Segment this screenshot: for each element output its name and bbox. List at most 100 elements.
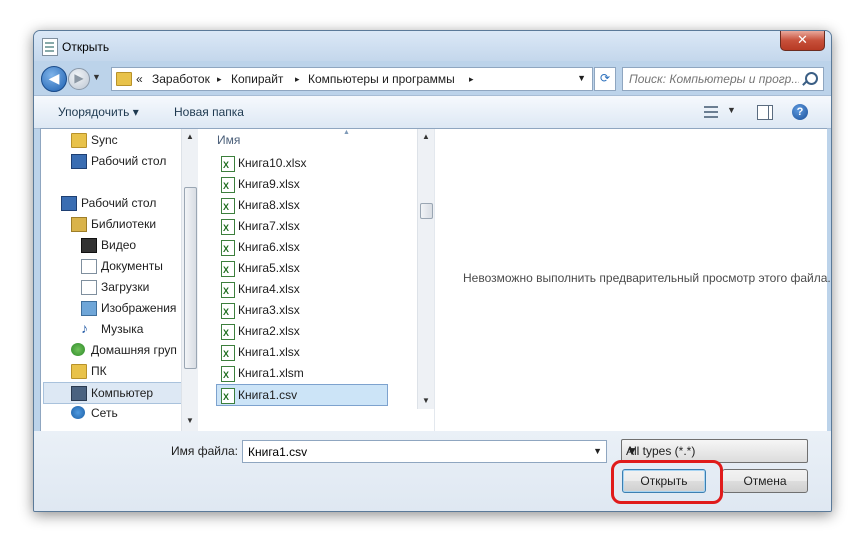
file-name: Книга4.xlsx — [238, 282, 300, 296]
nav-item-label: Библиотеки — [91, 217, 157, 231]
breadcrumb-separator-icon[interactable]: ▸ — [295, 74, 300, 85]
pc-icon — [71, 364, 87, 379]
filename-field[interactable]: ▼ — [242, 440, 607, 463]
back-button[interactable]: ◀ — [41, 66, 67, 92]
filename-input[interactable] — [246, 443, 580, 461]
excel-file-icon — [221, 281, 235, 301]
file-name: Книга9.xlsx — [238, 177, 300, 191]
file-item[interactable]: Книга2.xlsx — [217, 321, 387, 343]
excel-file-icon — [221, 302, 235, 322]
help-icon[interactable]: ? — [792, 104, 808, 120]
notepad-icon — [42, 38, 58, 56]
file-item[interactable]: Книга7.xlsx — [217, 216, 387, 238]
new-folder-button[interactable]: Новая папка — [174, 105, 244, 119]
file-item[interactable]: Книга10.xlsx — [217, 153, 387, 175]
excel-file-icon — [221, 197, 235, 217]
nav-item-label: Видео — [101, 238, 137, 252]
view-dropdown-icon[interactable]: ▼ — [727, 105, 736, 115]
music-icon: ♪ — [81, 320, 88, 336]
file-item[interactable]: Книга1.xlsx — [217, 342, 387, 364]
scroll-up-icon[interactable]: ▲ — [418, 129, 434, 145]
scroll-thumb[interactable] — [420, 203, 433, 219]
breadcrumb-item[interactable]: Копирайт — [231, 72, 283, 86]
name-column-header[interactable]: Имя — [217, 133, 240, 147]
file-item[interactable]: Книга5.xlsx — [217, 258, 387, 280]
file-item[interactable]: Книга1.xlsm — [217, 363, 387, 385]
address-bar[interactable]: « Заработок ▸ Копирайт ▸ Компьютеры и пр… — [111, 67, 593, 91]
address-row: ◀ ▶ ▼ « Заработок ▸ Копирайт ▸ Компьютер… — [34, 63, 831, 93]
file-name: Книга1.xlsm — [238, 366, 304, 380]
refresh-button[interactable]: ⟳ — [594, 67, 616, 91]
file-name: Книга3.xlsx — [238, 303, 300, 317]
preview-pane: Невозможно выполнить предварительный про… — [434, 129, 831, 431]
search-box[interactable] — [622, 67, 824, 91]
file-item[interactable]: Книга6.xlsx — [217, 237, 387, 259]
file-name: Книга10.xlsx — [238, 156, 307, 170]
file-name: Книга2.xlsx — [238, 324, 300, 338]
excel-file-icon — [221, 155, 235, 175]
scroll-thumb[interactable] — [184, 187, 197, 369]
close-button[interactable]: ✕ — [780, 31, 825, 51]
file-item[interactable]: Книга9.xlsx — [217, 174, 387, 196]
recent-pages-dropdown-icon[interactable]: ▼ — [92, 72, 101, 82]
nav-item-label: Сеть — [91, 406, 118, 420]
open-file-dialog: Открыть ✕ ◀ ▶ ▼ « Заработок ▸ Копирайт ▸… — [33, 30, 832, 512]
nav-scrollbar[interactable]: ▲ ▼ — [181, 129, 198, 431]
chevron-down-icon: ▼ — [626, 444, 638, 458]
search-icon[interactable] — [805, 72, 818, 85]
window-title: Открыть — [62, 40, 110, 54]
document-icon — [81, 259, 97, 274]
file-item-selected[interactable]: Книга1.csv — [216, 384, 388, 407]
file-item[interactable]: Книга8.xlsx — [217, 195, 387, 217]
view-options-icon[interactable] — [704, 106, 718, 118]
breadcrumb-prefix[interactable]: « — [136, 72, 143, 86]
file-list-pane: Имя ▲ Книга10.xlsx Книга9.xlsx Книга8.xl… — [207, 129, 407, 431]
navigation-pane: Sync Рабочий стол Рабочий стол Библиотек… — [41, 129, 190, 431]
preview-pane-icon[interactable] — [757, 105, 773, 120]
title-bar: Открыть ✕ — [34, 31, 831, 61]
nav-item-label: Рабочий стол — [81, 196, 157, 210]
scroll-down-icon[interactable]: ▼ — [182, 413, 198, 429]
dialog-body: Sync Рабочий стол Рабочий стол Библиотек… — [40, 128, 831, 432]
command-bar: Упорядочить ▾ Новая папка ▼ ? — [34, 95, 831, 129]
folder-icon — [71, 133, 87, 148]
scroll-up-icon[interactable]: ▲ — [182, 129, 198, 145]
search-input[interactable] — [627, 70, 801, 88]
library-icon — [71, 217, 87, 232]
nav-item-computer[interactable]: Компьютер — [43, 382, 183, 404]
file-name: Книга1.csv — [238, 388, 298, 402]
file-item[interactable]: Книга3.xlsx — [217, 300, 387, 322]
file-item[interactable]: Книга4.xlsx — [217, 279, 387, 301]
preview-message: Невозможно выполнить предварительный про… — [463, 271, 831, 285]
breadcrumb-item[interactable]: Компьютеры и программы — [308, 72, 455, 86]
address-dropdown-icon[interactable]: ▼ — [577, 73, 586, 83]
network-icon — [71, 406, 85, 419]
nav-item-label: Sync — [91, 133, 118, 147]
cancel-button[interactable]: Отмена — [722, 469, 808, 493]
excel-file-icon — [221, 218, 235, 238]
homegroup-icon — [71, 343, 85, 356]
sort-arrow-icon: ▲ — [343, 129, 350, 136]
breadcrumb-separator-icon[interactable]: ▸ — [217, 74, 222, 85]
breadcrumb-item[interactable]: Заработок — [152, 72, 210, 86]
nav-item-label: Изображения — [101, 301, 177, 315]
scroll-down-icon[interactable]: ▼ — [418, 393, 434, 409]
excel-file-icon — [221, 176, 235, 196]
monitor-icon — [61, 196, 77, 211]
forward-button[interactable]: ▶ — [68, 68, 90, 90]
nav-item-label: Рабочий стол — [91, 154, 167, 168]
nav-item-label: Домашняя груп — [91, 343, 177, 357]
nav-item-label: ПК — [91, 364, 107, 378]
nav-item-label: Документы — [101, 259, 163, 273]
breadcrumb-separator-icon[interactable]: ▸ — [469, 74, 474, 85]
filename-label: Имя файла: — [171, 444, 238, 458]
nav-item-label: Музыка — [101, 322, 144, 336]
excel-file-icon — [221, 239, 235, 259]
excel-file-icon — [221, 344, 235, 364]
file-name: Книга6.xlsx — [238, 240, 300, 254]
organize-button[interactable]: Упорядочить ▾ — [58, 105, 139, 119]
excel-file-icon — [221, 323, 235, 343]
file-list-scrollbar[interactable]: ▲ ▼ — [417, 129, 434, 409]
file-name: Книга5.xlsx — [238, 261, 300, 275]
filename-dropdown-icon[interactable]: ▼ — [593, 446, 602, 456]
